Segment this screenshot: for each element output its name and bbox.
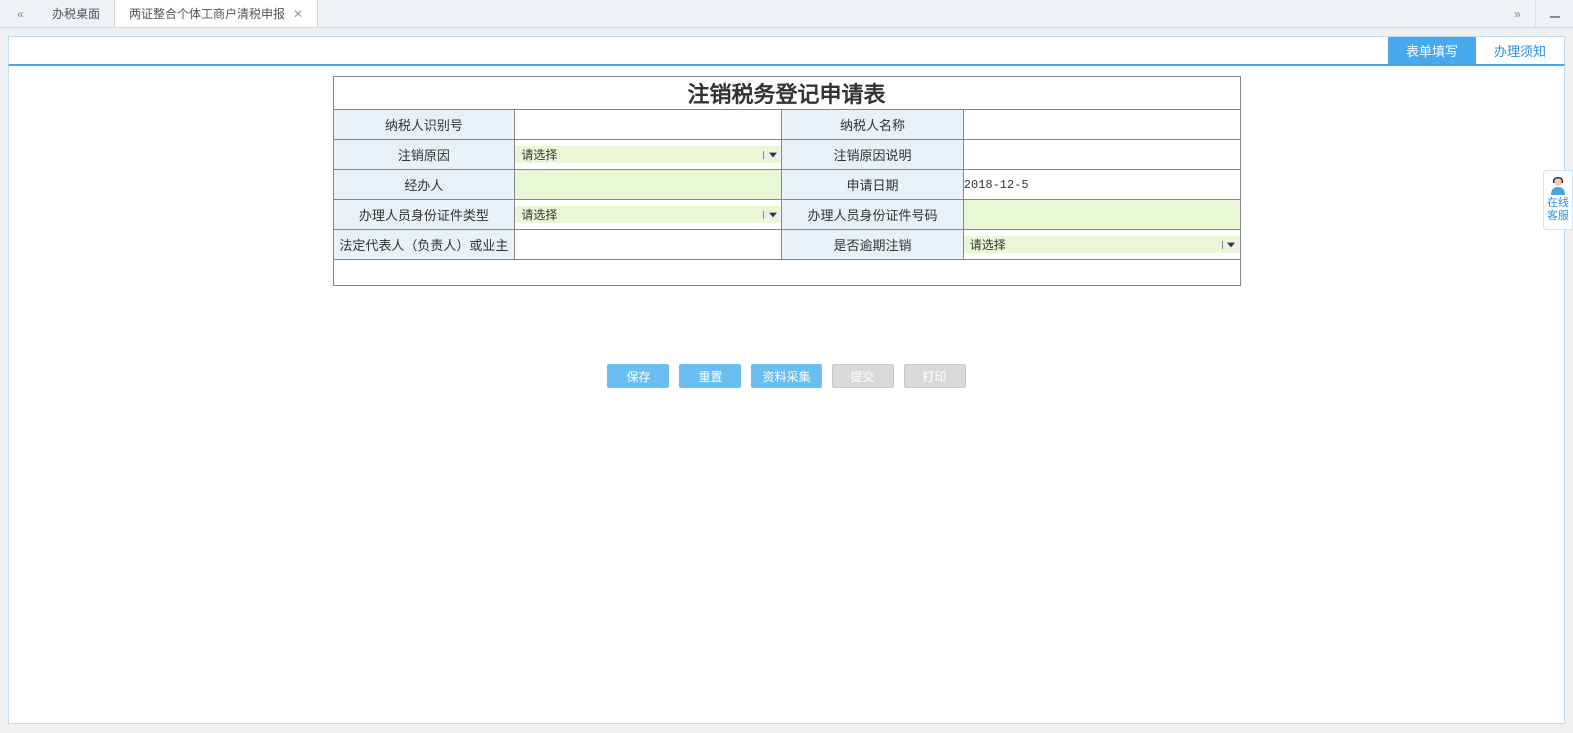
top-tabbar: « 办税桌面 两证整合个体工商户清税申报 ✕ » [0,0,1573,28]
sub-tabbar: 表单填写 办理须知 [8,36,1565,66]
tab-label: 办税桌面 [52,5,100,22]
tab-label: 两证整合个体工商户清税申报 [129,5,285,22]
submit-button: 提交 [832,364,894,388]
save-button[interactable]: 保存 [607,364,669,388]
content-panel: 注销税务登记申请表 纳税人识别号 纳税人名称 注销原因 请选择 注销原因说明 [8,66,1565,724]
collect-button[interactable]: 资料采集 [751,364,821,388]
value-apply-date: 2018-12-5 [963,170,1240,200]
minimize-icon [1550,16,1560,18]
cancel-tax-form: 注销税务登记申请表 纳税人识别号 纳税人名称 注销原因 请选择 注销原因说明 [333,76,1241,286]
online-support-label: 在线客服 [1547,197,1569,222]
tabbar-scroll-left-button[interactable]: « [0,0,38,27]
value-legal-rep [515,230,782,260]
close-icon[interactable]: ✕ [293,7,303,21]
label-cancel-reason-desc: 注销原因说明 [782,140,964,170]
online-support-button[interactable]: 在线客服 [1543,170,1573,230]
subtab-form-fill[interactable]: 表单填写 [1388,37,1476,64]
value-taxpayer-id [515,110,782,140]
select-overdue-text: 请选择 [964,236,1006,253]
button-bar: 保存 重置 资料采集 提交 打印 [9,364,1564,388]
select-handler-id-type-text: 请选择 [515,206,557,223]
select-cancel-reason-text: 请选择 [515,146,557,163]
tab-cancel-tax-declare[interactable]: 两证整合个体工商户清税申报 ✕ [115,0,318,27]
label-overdue: 是否逾期注销 [782,230,964,260]
label-apply-date: 申请日期 [782,170,964,200]
input-handler-id-no[interactable] [963,200,1240,230]
label-cancel-reason: 注销原因 [333,140,515,170]
chevron-down-icon[interactable] [763,151,781,159]
select-overdue[interactable]: 请选择 [963,230,1240,260]
reset-button[interactable]: 重置 [679,364,741,388]
select-cancel-reason[interactable]: 请选择 [515,140,782,170]
minimize-button[interactable] [1535,0,1573,27]
input-cancel-reason-desc[interactable] [963,140,1240,170]
tab-desktop[interactable]: 办税桌面 [38,0,115,27]
chevron-right-double-icon: » [1514,7,1518,21]
print-button: 打印 [904,364,966,388]
label-taxpayer-id: 纳税人识别号 [333,110,515,140]
label-handler-id-type: 办理人员身份证件类型 [333,200,515,230]
blank-row [333,260,1240,286]
label-handler: 经办人 [333,170,515,200]
tabbar-scroll-right-button[interactable]: » [1497,0,1535,27]
support-agent-icon [1548,175,1568,195]
value-taxpayer-name [963,110,1240,140]
input-handler[interactable] [515,170,782,200]
label-taxpayer-name: 纳税人名称 [782,110,964,140]
label-legal-rep: 法定代表人（负责人）或业主 [333,230,515,260]
chevron-left-double-icon: « [17,7,21,21]
chevron-down-icon[interactable] [763,211,781,219]
select-handler-id-type[interactable]: 请选择 [515,200,782,230]
subtab-notice[interactable]: 办理须知 [1476,37,1564,64]
chevron-down-icon[interactable] [1222,241,1240,249]
form-title: 注销税务登记申请表 [333,77,1240,110]
label-handler-id-no: 办理人员身份证件号码 [782,200,964,230]
